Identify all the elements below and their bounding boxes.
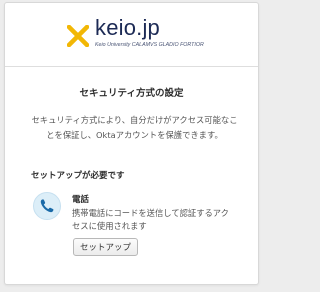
brand-tagline: Keio University CALAMVS GLADIO FORTIOR — [95, 42, 204, 48]
brand-logo: keio.jp Keio University CALAMVS GLADIO F… — [61, 15, 231, 55]
factor-description-phone: 携帯電話にコードを送信して認証するアクセスに使用されます — [72, 208, 229, 231]
setup-card: keio.jp Keio University CALAMVS GLADIO F… — [4, 2, 259, 285]
card-header: keio.jp Keio University CALAMVS GLADIO F… — [5, 3, 258, 67]
factor-title-phone: 電話 — [72, 195, 90, 205]
brand-name: keio.jp — [95, 15, 160, 40]
page-title: セキュリティ方式の設定 — [79, 88, 184, 99]
setup-button[interactable]: セットアップ — [73, 238, 138, 256]
page-description: セキュリティ方式により、自分だけがアクセス可能なことを保証し、Oktaアカウント… — [31, 115, 238, 140]
setup-required-heading: セットアップが必要です — [31, 171, 125, 181]
phone-icon — [33, 192, 61, 220]
keio-logo-mark — [67, 25, 89, 47]
